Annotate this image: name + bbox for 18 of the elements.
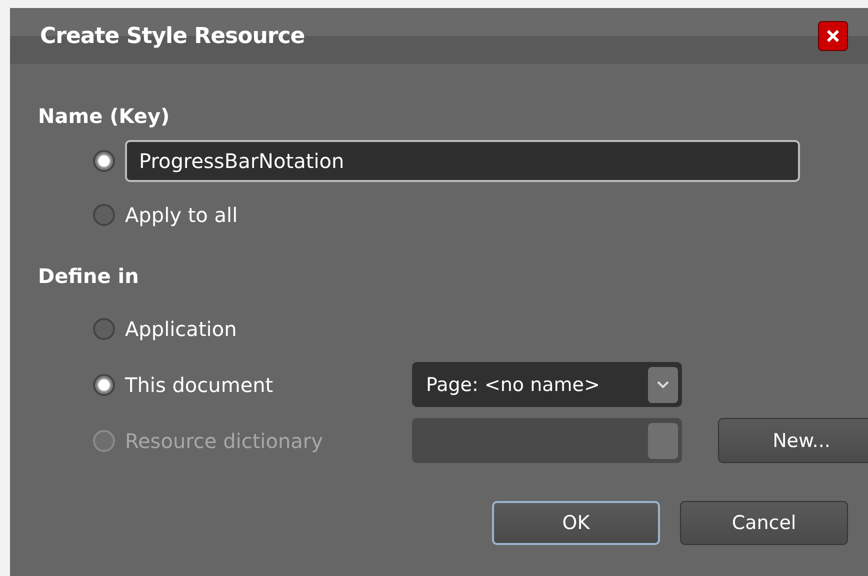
close-button[interactable]	[818, 21, 848, 51]
section-label: Define in	[38, 264, 139, 288]
chevron-icon	[657, 380, 669, 388]
option-label: Resource dictionary	[125, 428, 323, 452]
radio-button[interactable]	[93, 374, 115, 396]
option-label: This document	[125, 372, 274, 396]
close-icon	[826, 29, 840, 43]
window-title: Create Style Resource	[40, 24, 305, 48]
dialog-button[interactable]: OK	[492, 501, 660, 545]
radio-button[interactable]	[93, 150, 115, 172]
option-label: Application	[125, 316, 237, 340]
radio-button[interactable]	[93, 318, 115, 340]
dropdown[interactable]: Page: <no name>	[412, 362, 682, 407]
dialog-button[interactable]: Cancel	[680, 501, 848, 545]
radio-button[interactable]	[93, 204, 115, 226]
name-field[interactable]: ProgressBarNotation	[125, 140, 800, 182]
option-label: Apply to all	[125, 203, 238, 227]
section-label: Name (Key)	[38, 104, 170, 128]
